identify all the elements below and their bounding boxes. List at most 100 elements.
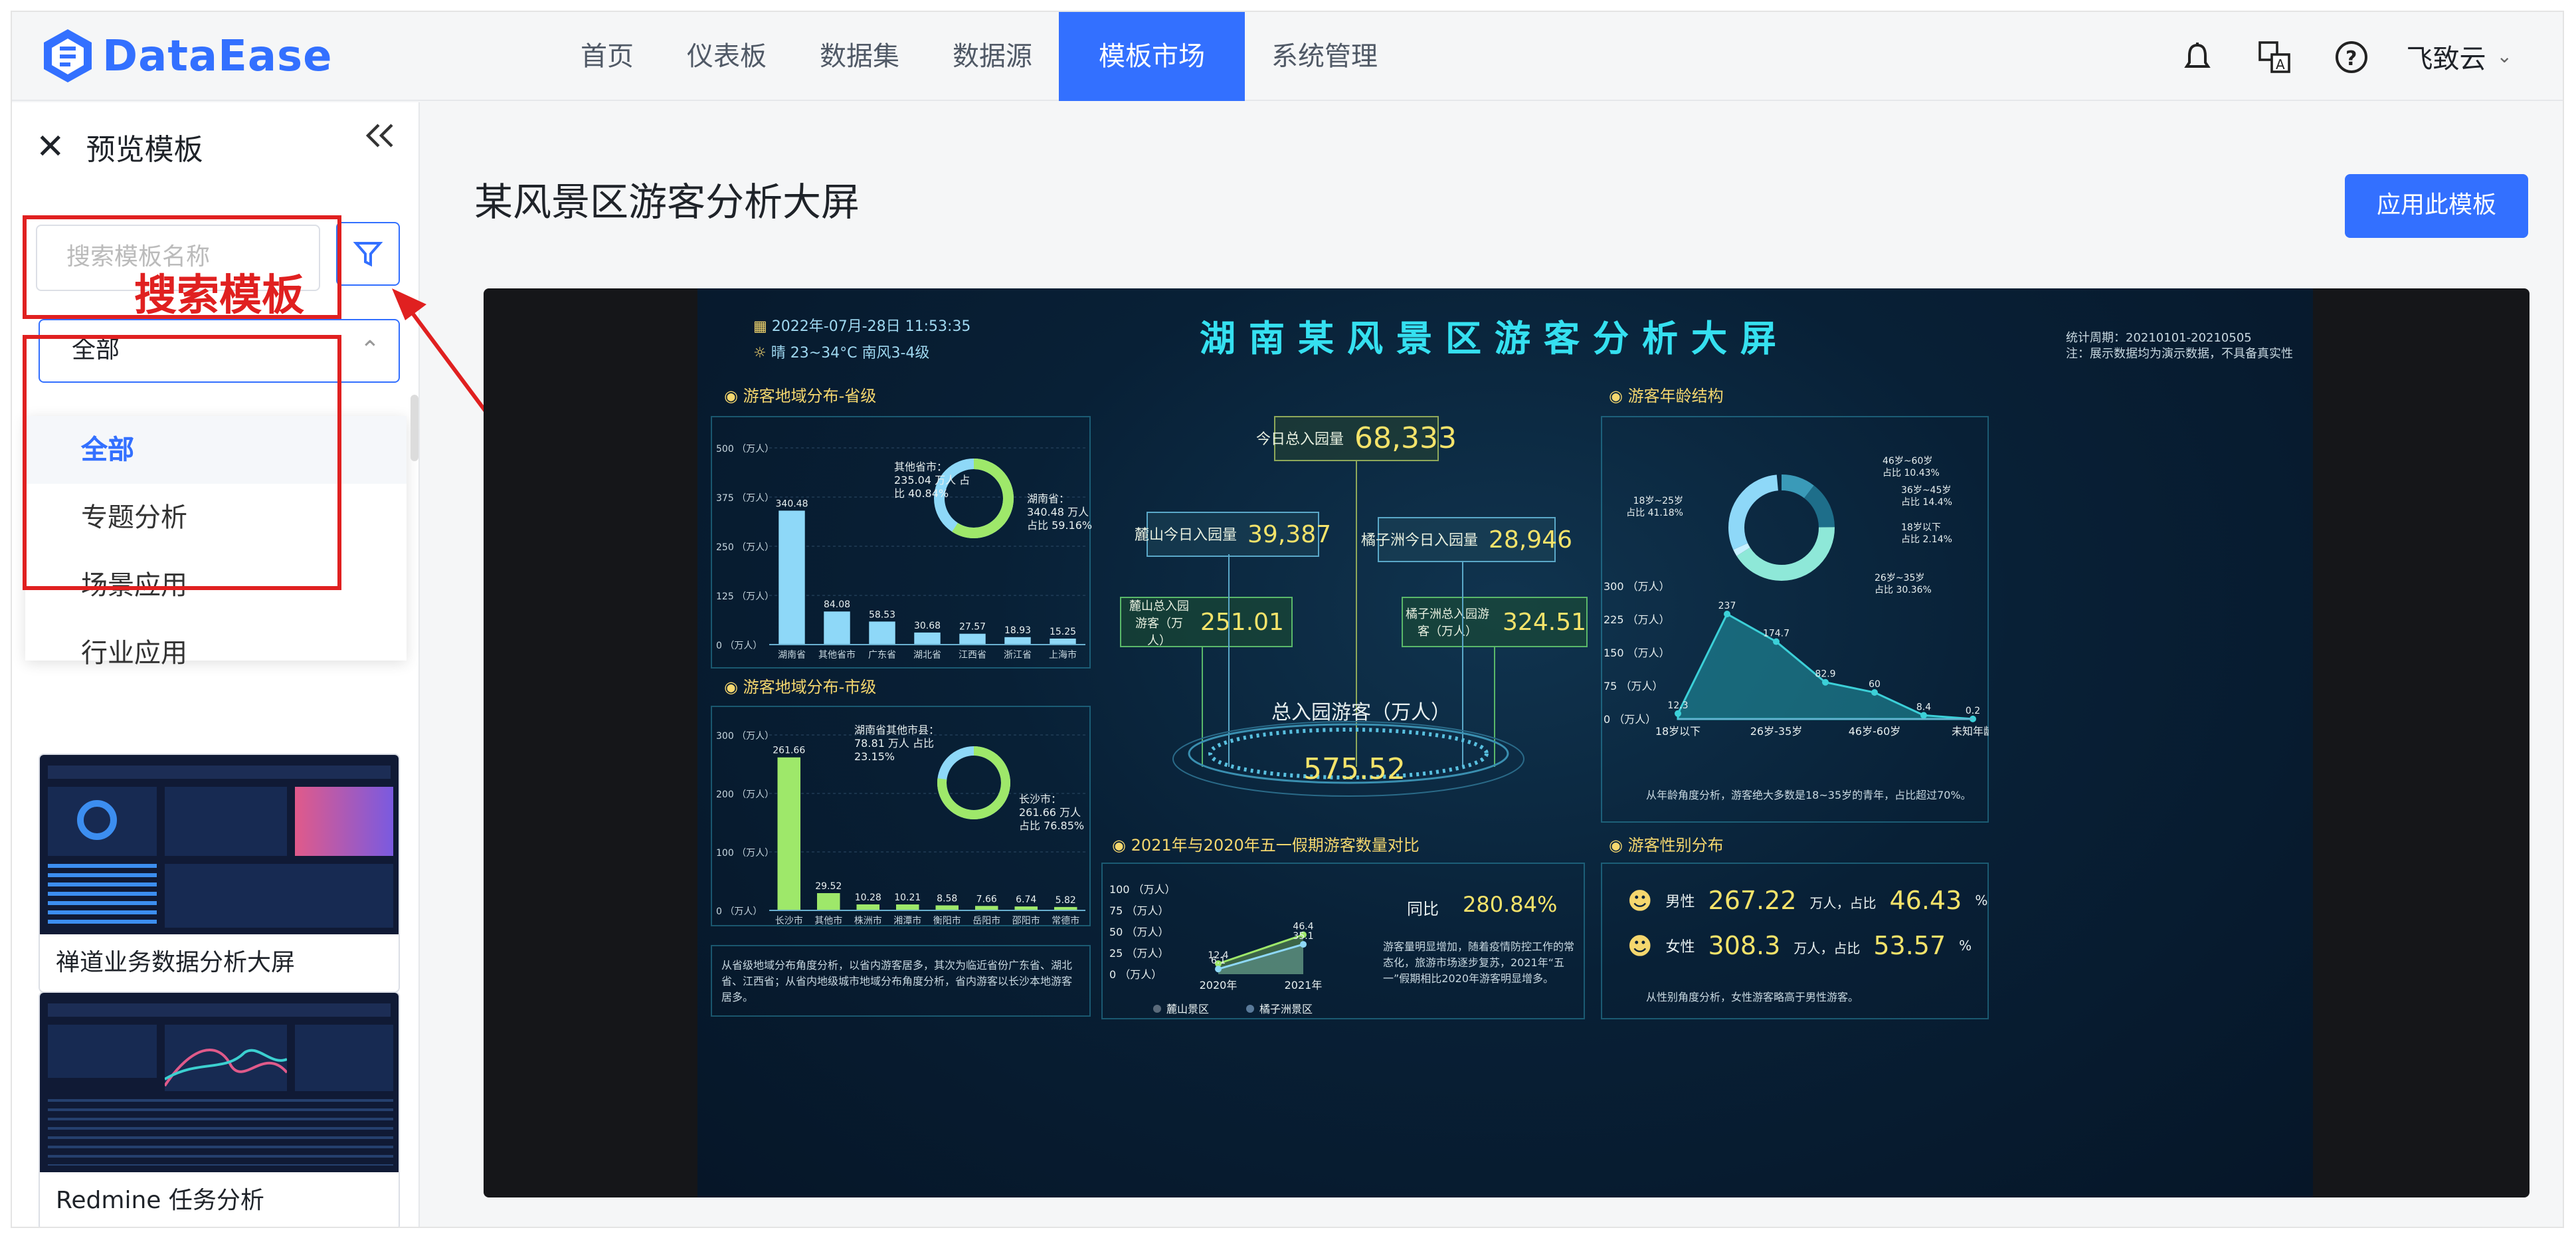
bar xyxy=(935,905,959,910)
y-tick-label: 100 （万人） xyxy=(1109,883,1176,896)
gender-title-text: 游客性别分布 xyxy=(1627,836,1724,855)
dash-title: 湖南某风景区游客分析大屏 xyxy=(1200,319,1790,360)
x-tick-label: 浙江省 xyxy=(1004,650,1032,661)
bar xyxy=(959,633,986,645)
female-icon: ☻ xyxy=(1627,932,1653,960)
y-tick-label: 250 （万人） xyxy=(716,542,774,553)
female-value: 308.3 xyxy=(1708,932,1781,961)
legend-label: 麓山景区 xyxy=(1166,1003,1209,1015)
y-tick-label: 300 （万人） xyxy=(1604,580,1670,593)
dash-weather: ☼ 晴 23~34°C 南风3-4级 xyxy=(753,342,929,363)
gender-note: 从性别角度分析，女性游客略高于男性游客。 xyxy=(1646,991,1859,1003)
city-title: ◉ 游客地域分布-市级 xyxy=(724,678,877,696)
bar xyxy=(974,906,998,910)
female-label: 女性 xyxy=(1665,938,1695,956)
bar-value-label: 15.25 xyxy=(1050,627,1076,637)
bar-value-label: 8.58 xyxy=(937,893,957,904)
y-tick-label: 75 （万人） xyxy=(1109,904,1168,917)
bar xyxy=(779,510,805,645)
yoy-label: 同比 xyxy=(1407,900,1439,918)
bar-value-label: 7.66 xyxy=(976,894,997,904)
age-donut-label: 18岁以下 xyxy=(1901,522,1941,533)
age-donut-pct: 占比 41.18% xyxy=(1626,508,1683,518)
y-tick-label: 225 （万人） xyxy=(1604,613,1670,626)
bar-value-label: 30.68 xyxy=(914,621,941,631)
y-tick-label: 75 （万人） xyxy=(1604,680,1663,692)
province-note: 从省级地域分布角度分析，以省内游客居多，其次为临近省份广东省、湖北省、江西省；从… xyxy=(721,960,1072,1003)
female-pct-unit: % xyxy=(1959,939,1972,954)
y-tick-label: 150 （万人） xyxy=(1604,647,1670,659)
x-tick-label: 岳阳市 xyxy=(972,915,1000,926)
age-point xyxy=(1871,689,1878,696)
bar xyxy=(1050,638,1076,645)
kpi-connectors xyxy=(1172,461,1524,797)
male-pct: 46.43 xyxy=(1889,886,1962,916)
dash-datetime-text: 2022年-07月-28日 11:53:35 xyxy=(771,318,971,335)
bar-value-label: 340.48 xyxy=(776,498,808,509)
x-tick-label: 衡阳市 xyxy=(933,915,961,926)
age-value-label: 8.4 xyxy=(1916,702,1931,712)
x-tick-label: 湖北省 xyxy=(913,650,941,661)
template-preview: ▦ 2022年-07月-28日 11:53:35 ☼ 晴 23~34°C 南风3… xyxy=(484,288,2530,1197)
age-value-label: 82.9 xyxy=(1815,669,1835,680)
age-donut-pct: 占比 2.14% xyxy=(1901,534,1952,545)
x-tick-label: 2020年 xyxy=(1200,979,1238,991)
y-tick-label: 500 （万人） xyxy=(716,444,774,455)
age-point xyxy=(1724,611,1730,617)
x-tick-label: 其他省市 xyxy=(818,649,856,661)
y-tick-label: 0 （万人） xyxy=(1109,968,1162,981)
bar-value-label: 18.93 xyxy=(1004,625,1031,636)
legend-marker xyxy=(1153,1005,1161,1013)
sun-icon: ☼ xyxy=(753,344,771,362)
dash-period: 统计周期：20210101-20210505 xyxy=(2066,332,2252,346)
calendar-icon: ▦ xyxy=(753,318,772,335)
age-point xyxy=(1822,678,1829,686)
series-point xyxy=(1300,941,1307,948)
dashboard-canvas: ▦ 2022年-07月-28日 11:53:35 ☼ 晴 23~34°C 南风3… xyxy=(697,288,2313,1197)
x-tick-label: 上海市 xyxy=(1049,649,1077,661)
female-pct: 53.57 xyxy=(1873,932,1946,961)
y-tick-label: 0 （万人） xyxy=(1604,713,1656,726)
y-tick-label: 375 （万人） xyxy=(716,493,774,504)
age-donut-pct: 占比 10.43% xyxy=(1883,468,1940,478)
age-title-text: 游客年龄结构 xyxy=(1627,387,1724,405)
x-tick-label: 株洲市 xyxy=(854,915,882,926)
age-point xyxy=(1675,710,1681,717)
age-point xyxy=(1773,638,1780,645)
x-tick-label: 长沙市 xyxy=(775,915,803,926)
female-row: ☻ 女性 308.3 万人，占比 53.57 % xyxy=(1627,932,1972,961)
age-donut-label: 18岁~25岁 xyxy=(1633,496,1683,506)
page-title: 某风景区游客分析大屏 xyxy=(474,179,860,225)
yoy-value: 280.84% xyxy=(1463,892,1558,917)
compare-note: 游客量明显增加，随着疫情防控工作的常态化，旅游市场逐步复苏，2021年“五一”假… xyxy=(1383,941,1574,985)
bar xyxy=(914,632,941,645)
bar-value-label: 58.53 xyxy=(869,609,895,620)
bar-value-label: 29.52 xyxy=(815,881,842,892)
province-title-text: 游客地域分布-省级 xyxy=(743,387,877,405)
bar-value-label: 27.57 xyxy=(959,622,986,633)
male-icon: ☻ xyxy=(1627,887,1653,915)
age-title: ◉ 游客年龄结构 xyxy=(1609,387,1724,405)
bar xyxy=(1004,637,1031,645)
apply-template-button[interactable]: 应用此模板 xyxy=(2345,174,2528,238)
male-label: 男性 xyxy=(1665,893,1695,910)
y-tick-label: 100 （万人） xyxy=(716,848,774,859)
compare-title-text: 2021年与2020年五一假期游客数量对比 xyxy=(1131,836,1420,855)
x-tick-label: 26岁-35岁 xyxy=(1750,725,1803,738)
bar xyxy=(856,904,880,910)
x-tick-label: 常德市 xyxy=(1052,915,1079,926)
province-bar-chart: 500 （万人） 375 （万人） 250 （万人） 125 （万人） 0 （万人） 34… xyxy=(716,444,1085,661)
series-point xyxy=(1215,966,1222,973)
dash-weather-text: 晴 23~34°C 南风3-4级 xyxy=(771,344,930,362)
province-donut-label-a: 其他省市：235.04 万人 占比 40.84% xyxy=(894,461,970,500)
x-tick-label: 其他市 xyxy=(814,915,842,926)
x-tick-label: 邵阳市 xyxy=(1012,915,1040,926)
female-unit: 万人，占比 xyxy=(1794,942,1861,956)
city-donut-label-a: 湖南省其他市县：78.81 万人 占比 23.15% xyxy=(854,724,939,763)
bar-value-label: 261.66 xyxy=(773,746,805,756)
age-area-chart: 300 （万人） 225 （万人） 150 （万人） 75 （万人） 0 （万人） 12.… xyxy=(1604,580,1989,738)
grand-total-value: 575.52 xyxy=(1303,754,1406,787)
bar xyxy=(824,611,850,645)
y-tick-label: 25 （万人） xyxy=(1109,947,1168,960)
city-donut-label-b: 长沙市：261.66 万人 占比 76.85% xyxy=(1019,793,1085,832)
